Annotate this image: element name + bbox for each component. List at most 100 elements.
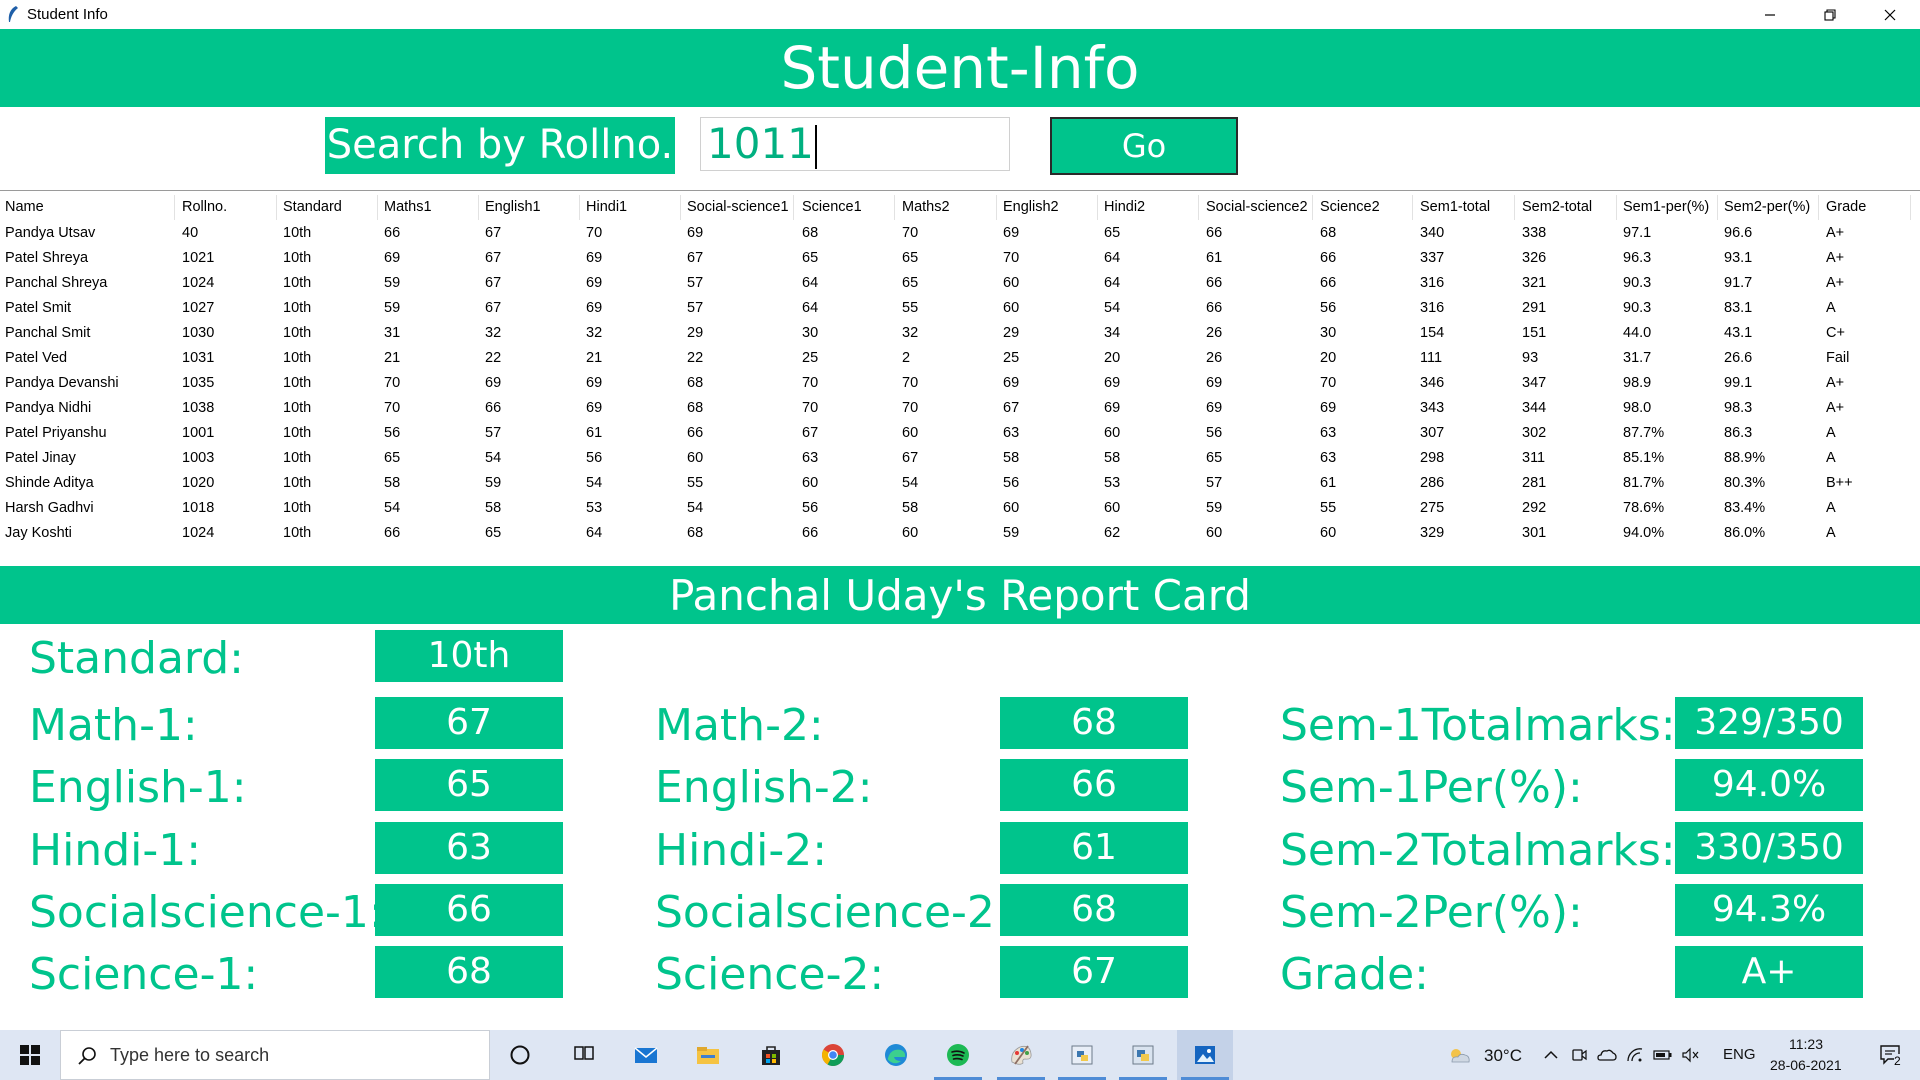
restore-button[interactable] — [1800, 0, 1860, 29]
column-header[interactable]: English2 — [998, 195, 1098, 220]
report-card-header: Panchal Uday's Report Card — [0, 566, 1920, 624]
table-cell: 32 — [902, 325, 919, 341]
column-header[interactable]: Sem2-per(%) — [1719, 195, 1819, 220]
cortana-button[interactable] — [495, 1030, 545, 1080]
column-header[interactable]: Maths1 — [379, 195, 479, 220]
show-hidden-icons-button[interactable] — [1538, 1030, 1564, 1080]
table-cell: 64 — [802, 300, 819, 316]
spotify-icon — [947, 1044, 969, 1066]
table-cell: 54 — [902, 475, 919, 491]
table-row[interactable]: Pandya Devanshi 1035 10th 70 69 69 68 70 70 69 69 6… — [0, 371, 1920, 396]
column-header[interactable]: Social-science1 — [682, 195, 794, 220]
table-header-row[interactable]: Name Rollno. Standard Maths1 English1 Hindi1 S… — [0, 195, 1920, 220]
paint-taskbar-button[interactable] — [993, 1030, 1049, 1080]
column-header[interactable]: English1 — [480, 195, 580, 220]
table-cell: Pandya Utsav — [5, 225, 96, 241]
table-cell: 98.3 — [1724, 400, 1753, 416]
table-row[interactable]: Patel Smit 1027 10th 59 67 69 57 64 55 60 54 66 56 31… — [0, 296, 1920, 321]
photos-taskbar-button[interactable] — [1177, 1030, 1233, 1080]
table-row[interactable]: Patel Ved 1031 10th 21 22 21 22 25 2 25 20 26 20 111 9… — [0, 346, 1920, 371]
table-cell: 66 — [1320, 250, 1337, 266]
close-button[interactable] — [1860, 0, 1920, 29]
clock-date[interactable]: 28-06-2021 — [1770, 1057, 1842, 1073]
store-taskbar-button[interactable] — [743, 1030, 799, 1080]
chrome-taskbar-button[interactable] — [805, 1030, 861, 1080]
table-cell: 1020 — [182, 475, 215, 491]
student-table[interactable]: Name Rollno. Standard Maths1 English1 Hindi1 S… — [0, 190, 1920, 568]
column-header[interactable]: Name — [0, 195, 175, 220]
table-cell: Patel Priyanshu — [5, 425, 107, 441]
column-header[interactable]: Sem1-per(%) — [1618, 195, 1718, 220]
table-cell: 275 — [1420, 500, 1445, 516]
notification-center-button[interactable]: 2 — [1868, 1030, 1914, 1080]
column-header[interactable]: Sem1-total — [1415, 195, 1515, 220]
input-language[interactable]: ENG — [1723, 1046, 1756, 1063]
mail-taskbar-button[interactable] — [618, 1030, 674, 1080]
table-cell: A — [1826, 425, 1836, 441]
python-app-taskbar-button[interactable] — [1115, 1030, 1171, 1080]
edge-taskbar-button[interactable] — [868, 1030, 924, 1080]
start-button[interactable] — [0, 1030, 60, 1080]
taskbar-search-box[interactable]: Type here to search — [60, 1030, 490, 1080]
battery-icon[interactable] — [1650, 1030, 1676, 1080]
table-cell: 66 — [384, 225, 401, 241]
go-button[interactable]: Go — [1050, 117, 1238, 175]
table-row[interactable]: Patel Priyanshu 1001 10th 56 57 61 66 67 60 63 60 5… — [0, 421, 1920, 446]
table-cell: 69 — [1003, 225, 1020, 241]
table-cell: 60 — [1206, 525, 1223, 541]
feather-icon — [8, 6, 18, 22]
table-cell: 67 — [1003, 400, 1020, 416]
python-idle-taskbar-button[interactable] — [1054, 1030, 1110, 1080]
text-caret — [814, 124, 817, 169]
column-header[interactable]: Science1 — [797, 195, 895, 220]
table-cell: 25 — [802, 350, 819, 366]
volume-muted-icon[interactable] — [1678, 1030, 1704, 1080]
weather-temp[interactable]: 30°C — [1484, 1046, 1522, 1066]
column-header[interactable]: Sem2-total — [1517, 195, 1617, 220]
column-header[interactable]: Grade — [1821, 195, 1911, 220]
column-header[interactable]: Maths2 — [897, 195, 997, 220]
table-row[interactable]: Pandya Utsav 40 10th 66 67 70 69 68 70 69 65 66 68 34… — [0, 221, 1920, 246]
column-header[interactable]: Standard — [278, 195, 378, 220]
table-row[interactable]: Patel Shreya 1021 10th 69 67 69 67 65 65 70 64 61 66… — [0, 246, 1920, 271]
table-row[interactable]: Shinde Aditya 1020 10th 58 59 54 55 60 54 56 53 57 6… — [0, 471, 1920, 496]
clock-time[interactable]: 11:23 — [1789, 1036, 1823, 1052]
table-row[interactable]: Pandya Nidhi 1038 10th 70 66 69 68 70 70 67 69 69 69… — [0, 396, 1920, 421]
edge-icon — [885, 1044, 907, 1066]
table-cell: 1024 — [182, 525, 215, 541]
column-header[interactable]: Social-science2 — [1201, 195, 1313, 220]
app-title: Student-Info — [780, 34, 1140, 102]
table-row[interactable]: Harsh Gadhvi 1018 10th 54 58 53 54 56 58 60 60 59 55… — [0, 496, 1920, 521]
table-cell: 29 — [687, 325, 704, 341]
task-view-taskbar-button[interactable] — [556, 1030, 612, 1080]
file-explorer-taskbar-button[interactable] — [680, 1030, 736, 1080]
table-cell: 68 — [802, 225, 819, 241]
table-row[interactable]: Jay Koshti 1024 10th 66 65 64 68 66 60 59 62 60 60 32… — [0, 521, 1920, 546]
table-cell: 59 — [485, 475, 502, 491]
table-row[interactable]: Panchal Smit 1030 10th 31 32 32 29 30 32 29 34 26 30… — [0, 321, 1920, 346]
report-field-label: Hindi-2: — [655, 825, 828, 876]
column-header[interactable]: Hindi1 — [581, 195, 681, 220]
table-cell: 83.1 — [1724, 300, 1753, 316]
column-header[interactable]: Science2 — [1315, 195, 1413, 220]
table-cell: 10th — [283, 375, 312, 391]
table-cell: 63 — [1320, 425, 1337, 441]
table-row[interactable]: Panchal Shreya 1024 10th 59 67 69 57 64 65 60 64 66… — [0, 271, 1920, 296]
table-cell: Patel Shreya — [5, 250, 89, 266]
meet-now-icon[interactable] — [1566, 1030, 1592, 1080]
table-row[interactable]: Patel Jinay 1003 10th 65 54 56 60 63 67 58 58 65 63 2… — [0, 446, 1920, 471]
table-cell: 344 — [1522, 400, 1547, 416]
table-cell: 67 — [802, 425, 819, 441]
table-cell: 60 — [802, 475, 819, 491]
wifi-icon[interactable] — [1622, 1030, 1648, 1080]
column-header[interactable]: Hindi2 — [1099, 195, 1199, 220]
spotify-taskbar-button[interactable] — [930, 1030, 986, 1080]
report-field-value: 329/350 — [1675, 697, 1863, 749]
onedrive-icon[interactable] — [1594, 1030, 1620, 1080]
rollno-search-input[interactable]: 1011 — [700, 117, 1010, 171]
standard-value: 10th — [375, 630, 563, 682]
weather-icon[interactable] — [1444, 1030, 1474, 1080]
column-header[interactable]: Rollno. — [177, 195, 277, 220]
table-cell: Shinde Aditya — [5, 475, 94, 491]
minimize-button[interactable] — [1740, 0, 1800, 29]
